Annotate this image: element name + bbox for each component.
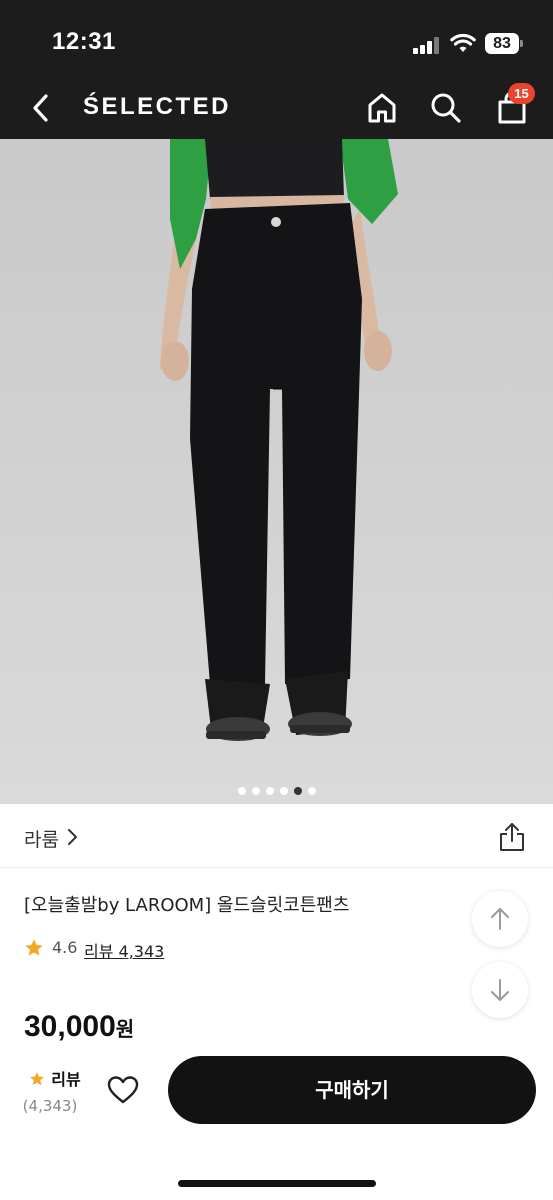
carousel-dot[interactable] bbox=[279, 787, 288, 795]
chevron-right-icon[interactable] bbox=[66, 827, 80, 847]
battery-icon: 83 bbox=[485, 33, 523, 54]
review-count-link[interactable]: 리뷰 4,343 bbox=[84, 938, 164, 962]
share-icon[interactable] bbox=[497, 821, 527, 853]
back-arrow-icon[interactable] bbox=[26, 91, 56, 125]
carousel-indicator bbox=[0, 780, 553, 799]
heart-icon[interactable] bbox=[106, 1074, 140, 1106]
product-photo bbox=[0, 139, 553, 804]
scroll-up-button[interactable] bbox=[472, 891, 528, 947]
battery-level: 83 bbox=[485, 33, 519, 54]
status-time: 12:31 bbox=[52, 28, 116, 55]
brand-logo[interactable]: ŚELECTED bbox=[83, 93, 231, 121]
star-icon bbox=[25, 939, 43, 956]
wifi-icon bbox=[450, 33, 476, 52]
price: 30,000원 bbox=[24, 1010, 134, 1044]
scroll-down-button[interactable] bbox=[472, 962, 528, 1018]
home-icon[interactable] bbox=[364, 90, 400, 126]
cart-count-badge: 15 bbox=[508, 83, 535, 104]
home-indicator bbox=[178, 1180, 376, 1187]
rating-value: 4.6 bbox=[52, 938, 78, 957]
arrow-up-icon bbox=[491, 908, 509, 930]
signal-icon bbox=[413, 36, 441, 54]
star-icon bbox=[30, 1072, 45, 1086]
carousel-dot[interactable] bbox=[251, 787, 260, 795]
bottom-action-bar: 리뷰 (4,343) 구매하기 bbox=[0, 1048, 553, 1200]
review-summary-count: (4,343) bbox=[22, 1097, 78, 1115]
carousel-dot-active[interactable] bbox=[293, 787, 302, 795]
review-summary-label: 리뷰 bbox=[51, 1070, 81, 1089]
carousel-dot[interactable] bbox=[307, 787, 316, 795]
search-icon[interactable] bbox=[428, 90, 464, 126]
brand-name-link[interactable]: 라룸 bbox=[24, 825, 59, 852]
product-title: [오늘출발by LAROOM] 올드슬릿코튼팬츠 bbox=[24, 895, 350, 916]
brand-row: 라룸 bbox=[0, 804, 553, 868]
buy-button[interactable]: 구매하기 bbox=[168, 1056, 536, 1124]
price-value: 30,000 bbox=[24, 1010, 116, 1043]
product-image-carousel[interactable] bbox=[0, 139, 553, 804]
review-summary-button[interactable]: 리뷰 (4,343) bbox=[20, 1066, 90, 1115]
carousel-dot[interactable] bbox=[265, 787, 274, 795]
status-bar: 12:31 83 bbox=[0, 0, 553, 80]
price-currency: 원 bbox=[115, 1019, 135, 1041]
carousel-dot[interactable] bbox=[237, 787, 246, 795]
arrow-down-icon bbox=[491, 979, 509, 1001]
review-summary-label-row: 리뷰 bbox=[20, 1066, 90, 1090]
top-nav-bar: ŚELECTED 15 bbox=[0, 80, 553, 139]
